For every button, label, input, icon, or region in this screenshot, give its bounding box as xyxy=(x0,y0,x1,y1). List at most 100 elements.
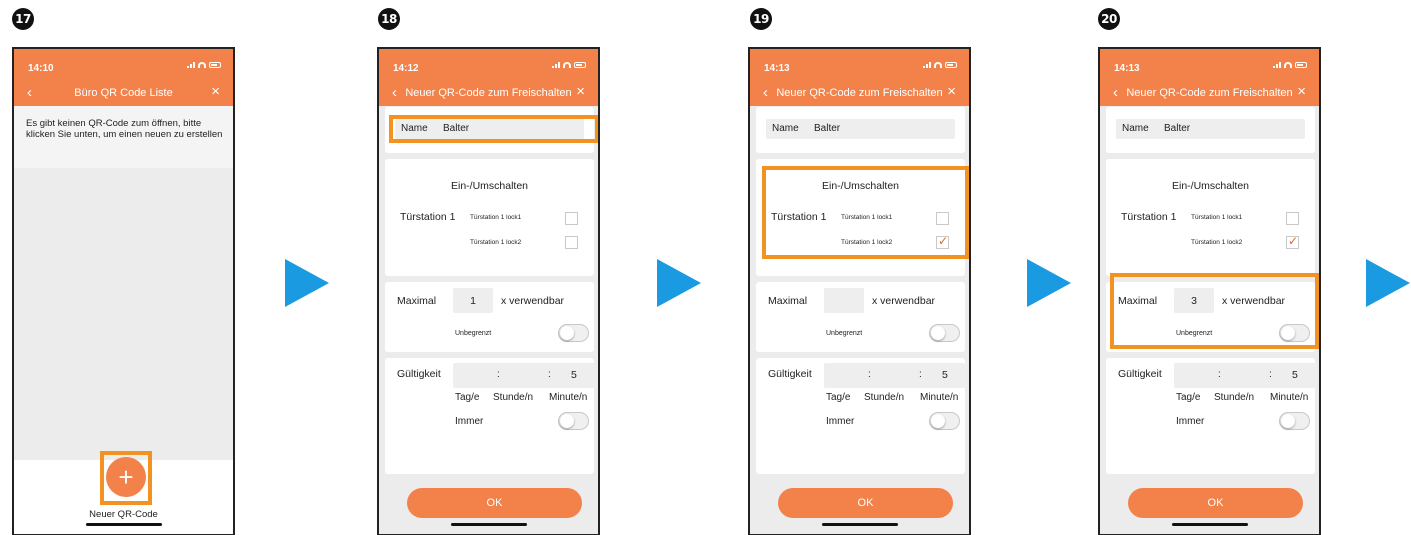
list-area xyxy=(14,168,233,460)
signal-icon xyxy=(1273,62,1281,68)
name-label: Name xyxy=(772,123,799,134)
max-value: 1 xyxy=(470,295,476,307)
validity-card: Gültigkeit : : 5 Tag/e Stunde/n Minute/n… xyxy=(1106,358,1317,474)
wifi-icon xyxy=(1284,62,1292,68)
name-card: Name Balter xyxy=(1106,107,1315,153)
status-time: 14:10 xyxy=(28,63,54,74)
status-bar: 14:13 xyxy=(750,49,969,79)
signal-icon xyxy=(923,62,931,68)
max-card: Maximal 1 x verwendbar Unbegrenzt xyxy=(385,282,594,352)
validity-card: Gültigkeit : : 5 Tag/e Stunde/n Minute/n… xyxy=(756,358,967,474)
unlimited-toggle[interactable] xyxy=(929,324,960,342)
name-card: Name Balter xyxy=(756,107,965,153)
back-icon[interactable]: ‹ xyxy=(763,84,768,101)
always-toggle[interactable] xyxy=(558,412,589,430)
unlimited-label: Unbegrenzt xyxy=(826,330,863,337)
validity-label: Gültigkeit xyxy=(768,368,812,380)
minutes-value: 5 xyxy=(571,369,577,381)
day-label: Tag/e xyxy=(826,392,851,403)
home-indicator xyxy=(86,523,162,526)
lock2-label: Türstation 1 lock2 xyxy=(1191,239,1243,246)
minute-label: Minute/n xyxy=(1270,392,1309,403)
back-icon[interactable]: ‹ xyxy=(1113,84,1118,101)
add-qr-label[interactable]: Neuer QR-Code xyxy=(14,509,233,520)
lock1-checkbox[interactable] xyxy=(1286,212,1299,225)
sep-day-hour: : xyxy=(868,369,871,380)
next-arrow-icon xyxy=(1027,259,1071,307)
phone-screen-qr-list: 14:10 ‹ Büro QR Code Liste × Es gibt kei… xyxy=(12,47,235,535)
nav-bar: ‹ Neuer QR-Code zum Freischalten × xyxy=(1100,79,1319,106)
lock1-label: Türstation 1 lock1 xyxy=(470,214,522,221)
nav-title: Neuer QR-Code zum Freischalten xyxy=(405,86,572,99)
name-value[interactable]: Balter xyxy=(1164,123,1190,134)
add-qr-button[interactable]: + xyxy=(106,457,146,497)
sep-day-hour: : xyxy=(1218,369,1221,380)
close-icon[interactable]: × xyxy=(947,83,956,100)
day-label: Tag/e xyxy=(1176,392,1201,403)
always-label: Immer xyxy=(826,416,855,427)
lock2-checkbox[interactable] xyxy=(565,236,578,249)
step-number-17: 17 xyxy=(12,8,34,30)
validity-label: Gültigkeit xyxy=(397,368,441,380)
ok-button[interactable]: OK xyxy=(1128,488,1303,518)
phone-screen-new-qr: 14:12 ‹ Neuer QR-Code zum Freischalten ×… xyxy=(377,47,600,535)
nav-title: Neuer QR-Code zum Freischalten xyxy=(1126,86,1293,99)
next-arrow-icon xyxy=(657,259,701,307)
status-bar: 14:13 xyxy=(1100,49,1319,79)
close-icon[interactable]: × xyxy=(576,83,585,100)
wifi-icon xyxy=(198,62,206,68)
message-panel: Es gibt keinen QR-Code zum öffnen, bitte… xyxy=(14,106,233,168)
station-label: Türstation 1 xyxy=(400,211,456,223)
close-icon[interactable]: × xyxy=(1297,83,1306,100)
battery-icon xyxy=(574,62,586,68)
phone-screen-new-qr: 14:13 ‹ Neuer QR-Code zum Freischalten ×… xyxy=(1098,47,1321,535)
back-icon[interactable]: ‹ xyxy=(392,84,397,101)
always-toggle[interactable] xyxy=(1279,412,1310,430)
minute-label: Minute/n xyxy=(549,392,588,403)
switch-title: Ein-/Umschalten xyxy=(450,180,529,192)
phone-screen-new-qr: 14:13 ‹ Neuer QR-Code zum Freischalten ×… xyxy=(748,47,971,535)
nav-bar: ‹ Büro QR Code Liste × xyxy=(14,79,233,106)
minute-label: Minute/n xyxy=(920,392,959,403)
usable-label: x verwendbar xyxy=(501,295,565,307)
battery-icon xyxy=(1295,62,1307,68)
status-time: 14:13 xyxy=(764,63,790,74)
battery-icon xyxy=(209,62,221,68)
status-bar: 14:10 xyxy=(14,49,233,79)
max-card: Maximal x verwendbar Unbegrenzt xyxy=(756,282,965,352)
max-label: Maximal xyxy=(768,295,808,307)
nav-bar: ‹ Neuer QR-Code zum Freischalten × xyxy=(750,79,969,106)
status-time: 14:12 xyxy=(393,63,419,74)
sep-hour-minute: : xyxy=(1269,369,1272,380)
lock2-label: Türstation 1 lock2 xyxy=(470,239,522,246)
back-icon[interactable]: ‹ xyxy=(27,84,32,101)
home-indicator xyxy=(822,523,898,526)
name-value[interactable]: Balter xyxy=(814,123,840,134)
close-icon[interactable]: × xyxy=(211,83,220,100)
plus-icon: + xyxy=(118,462,134,492)
minutes-value: 5 xyxy=(942,369,948,381)
always-toggle[interactable] xyxy=(929,412,960,430)
nav-title: Büro QR Code Liste xyxy=(74,86,173,99)
empty-message: Es gibt keinen QR-Code zum öffnen, bitte… xyxy=(26,118,223,140)
validity-card: Gültigkeit : : 5 Tag/e Stunde/n Minute/n… xyxy=(385,358,596,474)
max-field[interactable] xyxy=(824,288,864,313)
signal-icon xyxy=(552,62,560,68)
sep-hour-minute: : xyxy=(919,369,922,380)
always-label: Immer xyxy=(455,416,484,427)
ok-button[interactable]: OK xyxy=(407,488,582,518)
hour-label: Stunde/n xyxy=(1214,392,1255,403)
usable-label: x verwendbar xyxy=(872,295,936,307)
ok-button[interactable]: OK xyxy=(778,488,953,518)
unlimited-label: Unbegrenzt xyxy=(455,330,492,337)
nav-bar: ‹ Neuer QR-Code zum Freischalten × xyxy=(379,79,598,106)
lock1-checkbox[interactable] xyxy=(565,212,578,225)
unlimited-toggle[interactable] xyxy=(558,324,589,342)
lock2-checkbox[interactable] xyxy=(1286,234,1299,249)
always-label: Immer xyxy=(1176,416,1205,427)
status-time: 14:13 xyxy=(1114,63,1140,74)
nav-title: Neuer QR-Code zum Freischalten xyxy=(776,86,943,99)
signal-icon xyxy=(187,62,195,68)
lock1-label: Türstation 1 lock1 xyxy=(1191,214,1243,221)
step-number-19: 19 xyxy=(750,8,772,30)
